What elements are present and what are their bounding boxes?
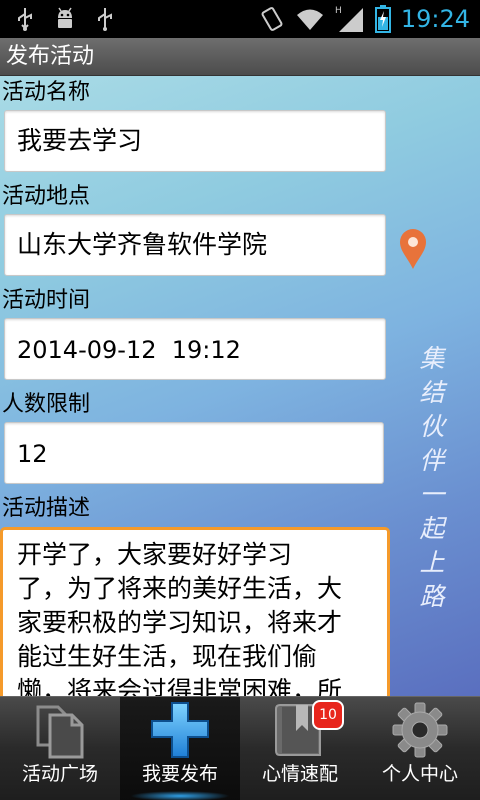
gear-icon [392,702,448,758]
activity-location-value: 山东大学齐鲁软件学院 [17,230,268,259]
notification-badge: 10 [312,700,344,730]
android-debug-icon [58,7,72,28]
signal-icon: H [335,6,363,32]
activity-description-input[interactable]: 开学了，大家要好好学习 了，为了将来的美好生活，大 家要积极的学习知识，将来才 … [0,527,390,696]
slogan-calligraphy: 集结伙伴一起上路 [419,344,445,611]
status-bar: H 19:24 [0,0,480,38]
activity-location-label: 活动地点 [2,184,91,209]
people-limit-label: 人数限制 [2,392,91,417]
copy-pages-icon [36,705,84,759]
tab-publish[interactable]: 我要发布 [120,697,240,800]
activity-location-input[interactable]: 山东大学齐鲁软件学院 [4,214,386,276]
wifi-icon [296,9,323,30]
activity-name-input[interactable]: 我要去学习 [4,110,386,172]
activity-name-label: 活动名称 [2,80,91,105]
description-line: 能过生好生活，现在我们偷 [17,642,318,671]
description-line: 开学了，大家要好好学习 [17,540,293,569]
activity-time-input[interactable]: 2014-09-12 19:12 [4,318,386,380]
tab-label: 我要发布 [141,763,218,785]
active-tab-glow [130,791,230,800]
description-text: 开学了，大家要好好学习 了，为了将来的美好生活，大 家要积极的学习知识，将来才 … [17,538,379,696]
tab-profile[interactable]: 个人中心 [360,697,480,800]
activity-description-label: 活动描述 [2,496,91,521]
description-line: 懒，将来会过得非常困难，所 [17,676,343,696]
title-bar: 发布活动 [0,38,480,76]
activity-time-label: 活动时间 [2,288,91,313]
tab-label: 心情速配 [261,763,338,785]
description-line: 家要积极的学习知识，将来才 [17,608,343,637]
page-title: 发布活动 [6,44,95,69]
rotate-icon [261,7,283,31]
tab-label: 个人中心 [381,763,458,785]
activity-name-value: 我要去学习 [17,126,143,155]
people-limit-input[interactable]: 12 [4,422,384,484]
usb-icon [98,8,112,31]
tab-label: 活动广场 [21,763,98,785]
battery-icon [374,5,391,33]
activity-time-value: 2014-09-12 19:12 [17,336,241,364]
bottom-tab-bar: 活动广场 我要发布 心情速配 个人中心 [0,696,480,800]
description-line: 了，为了将来的美好生活，大 [17,574,343,603]
tab-activity-square[interactable]: 活动广场 [0,697,120,800]
form-content[interactable]: 活动名称 我要去学习 活动地点 山东大学齐鲁软件学院 活动时间 2014-09-… [0,76,480,696]
plus-icon [151,702,209,758]
location-pin-icon[interactable] [399,229,427,269]
svg-text:H: H [335,6,342,16]
status-time: 19:24 [400,5,470,33]
usb-icon [18,8,32,31]
people-limit-value: 12 [17,440,48,468]
